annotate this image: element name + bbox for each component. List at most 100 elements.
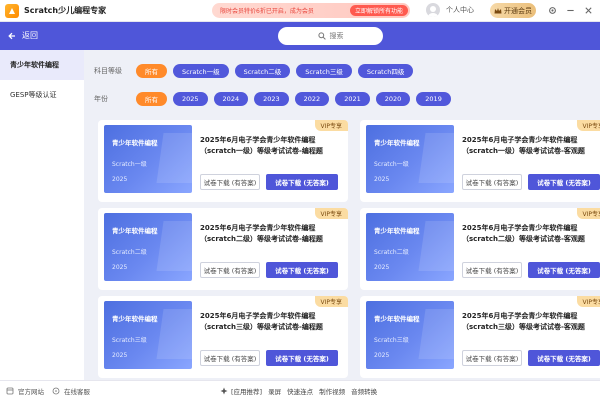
thumb-year: 2025 <box>374 176 390 183</box>
arrow-left-icon <box>8 32 15 39</box>
thumb-year: 2025 <box>374 352 390 359</box>
chat-icon <box>52 387 60 395</box>
year-chip-2022[interactable]: 2022 <box>294 92 330 106</box>
vip-badge: VIP专享 <box>314 120 348 131</box>
thumb-level: Scratch一级 <box>374 161 409 168</box>
subject-chip-all[interactable]: 所有 <box>136 64 167 78</box>
top-header: 返回 搜索 <box>0 22 600 50</box>
online-service-label: 在线客服 <box>64 388 90 396</box>
subject-chip-level4[interactable]: Scratch四级 <box>357 64 414 78</box>
exam-thumbnail: 青少年软件编程 Scratch二级 2025 <box>366 213 454 281</box>
exam-title[interactable]: 2025年6月电子学会青少年软件编程（scratch二级）等级考试试卷-客观题 <box>462 223 600 245</box>
app-logo-icon <box>5 3 19 18</box>
search-input[interactable]: 搜索 <box>278 27 383 45</box>
year-filter-label: 年份 <box>94 95 108 103</box>
crown-icon <box>494 7 502 13</box>
unlock-all-button[interactable]: 立即解锁所有功能 <box>349 5 408 16</box>
exam-card[interactable]: 青少年软件编程 Scratch二级 2025 VIP专享 2025年6月电子学会… <box>360 208 600 290</box>
search-icon <box>317 32 326 40</box>
exam-card[interactable]: 青少年软件编程 Scratch三级 2025 VIP专享 2025年6月电子学会… <box>360 296 600 378</box>
exam-thumbnail: 青少年软件编程 Scratch三级 2025 <box>366 301 454 369</box>
download-with-answer-button[interactable]: 试卷下载 (有答案) <box>462 262 522 278</box>
thumb-title: 青少年软件编程 <box>374 315 420 323</box>
make-video-link[interactable]: 制作视频 <box>319 386 345 396</box>
subject-chip-level2[interactable]: Scratch二级 <box>234 64 291 78</box>
thumb-title: 青少年软件编程 <box>112 139 158 147</box>
thumb-year: 2025 <box>374 264 390 271</box>
download-with-answer-button[interactable]: 试卷下载 (有答案) <box>200 174 260 190</box>
official-site-link[interactable]: 官方网站 <box>6 386 44 396</box>
official-site-label: 官方网站 <box>18 388 44 396</box>
screen-record-link[interactable]: 录屏 <box>268 386 281 396</box>
year-chip-2019[interactable]: 2019 <box>416 92 451 106</box>
download-without-answer-button[interactable]: 试卷下载 (无答案) <box>266 174 338 190</box>
promo-banner[interactable]: 限时会员特价6折已开启，成为会员 立即解锁所有功能 <box>212 3 410 18</box>
settings-icon[interactable] <box>546 4 558 16</box>
sidebar-item-youth-programming[interactable]: 青少年软件编程 <box>0 50 84 80</box>
thumb-year: 2025 <box>112 176 128 183</box>
thumb-level: Scratch一级 <box>112 161 147 168</box>
app-title: Scratch少儿编程专家 <box>24 6 107 15</box>
exam-card[interactable]: 青少年软件编程 Scratch三级 2025 VIP专享 2025年6月电子学会… <box>98 296 348 378</box>
exam-title[interactable]: 2025年6月电子学会青少年软件编程（scratch一级）等级考试试卷-客观题 <box>462 135 600 157</box>
vip-badge: VIP专享 <box>314 208 348 219</box>
download-with-answer-button[interactable]: 试卷下载 (有答案) <box>462 174 522 190</box>
thumb-year: 2025 <box>112 264 128 271</box>
year-chip-all[interactable]: 所有 <box>136 92 167 106</box>
download-with-answer-button[interactable]: 试卷下载 (有答案) <box>462 350 522 366</box>
exam-title[interactable]: 2025年6月电子学会青少年软件编程（scratch二级）等级考试试卷-编程题 <box>200 223 342 245</box>
apps-icon <box>220 387 228 395</box>
sidebar-item-gesp[interactable]: GESP等级认证 <box>0 80 84 110</box>
download-without-answer-button[interactable]: 试卷下载 (无答案) <box>528 350 600 366</box>
year-chip-2021[interactable]: 2021 <box>335 92 370 106</box>
open-vip-label: 开通会员 <box>504 6 532 15</box>
thumb-title: 青少年软件编程 <box>112 315 158 323</box>
online-service-link[interactable]: 在线客服 <box>52 386 90 396</box>
download-without-answer-button[interactable]: 试卷下载 (无答案) <box>266 262 338 278</box>
year-chip-2020[interactable]: 2020 <box>375 92 411 106</box>
sidebar-item-label: GESP等级认证 <box>10 91 57 99</box>
download-with-answer-button[interactable]: 试卷下载 (有答案) <box>200 262 260 278</box>
exam-card[interactable]: 青少年软件编程 Scratch一级 2025 VIP专享 2025年6月电子学会… <box>98 120 348 202</box>
open-vip-button[interactable]: 开通会员 <box>490 3 536 18</box>
download-without-answer-button[interactable]: 试卷下载 (无答案) <box>528 262 600 278</box>
subject-filter-label: 科目等级 <box>94 67 122 75</box>
audio-convert-link[interactable]: 音频转换 <box>351 386 377 396</box>
title-bar: Scratch少儿编程专家 限时会员特价6折已开启，成为会员 立即解锁所有功能 … <box>0 0 600 22</box>
vip-badge: VIP专享 <box>314 296 348 307</box>
close-icon[interactable] <box>582 4 594 16</box>
exam-title[interactable]: 2025年6月电子学会青少年软件编程（scratch三级）等级考试试卷-编程题 <box>200 311 342 333</box>
subject-chip-level3[interactable]: Scratch三级 <box>296 64 352 78</box>
exam-card[interactable]: 青少年软件编程 Scratch一级 2025 VIP专享 2025年6月电子学会… <box>360 120 600 202</box>
download-without-answer-button[interactable]: 试卷下载 (无答案) <box>528 174 600 190</box>
sidebar-item-label: 青少年软件编程 <box>10 61 59 69</box>
minimize-icon[interactable] <box>564 4 576 16</box>
auto-clicker-link[interactable]: 快速连点 <box>287 386 313 396</box>
exam-thumbnail: 青少年软件编程 Scratch三级 2025 <box>104 301 192 369</box>
subject-chip-level1[interactable]: Scratch一级 <box>173 64 229 78</box>
thumb-year: 2025 <box>112 352 128 359</box>
thumb-title: 青少年软件编程 <box>374 227 420 235</box>
footer-tools: [应用推荐] 录屏 快速连点 制作视频 音频转换 <box>220 386 383 396</box>
vip-badge: VIP专享 <box>576 296 600 307</box>
back-label: 返回 <box>22 31 38 40</box>
download-with-answer-button[interactable]: 试卷下载 (有答案) <box>200 350 260 366</box>
year-chip-2024[interactable]: 2024 <box>213 92 249 106</box>
main-content: 科目等级 所有 Scratch一级 Scratch二级 Scratch三级 Sc… <box>84 50 600 380</box>
exam-card[interactable]: 青少年软件编程 Scratch二级 2025 VIP专享 2025年6月电子学会… <box>98 208 348 290</box>
app-recommend-link[interactable]: [应用推荐] <box>231 386 262 396</box>
thumb-level: Scratch三级 <box>374 337 409 344</box>
user-center[interactable]: 个人中心 <box>426 3 474 17</box>
year-chip-2025[interactable]: 2025 <box>173 92 208 106</box>
user-center-label: 个人中心 <box>446 6 474 14</box>
download-without-answer-button[interactable]: 试卷下载 (无答案) <box>266 350 338 366</box>
exam-thumbnail: 青少年软件编程 Scratch一级 2025 <box>366 125 454 193</box>
exam-title[interactable]: 2025年6月电子学会青少年软件编程（scratch一级）等级考试试卷-编程题 <box>200 135 342 157</box>
exam-title[interactable]: 2025年6月电子学会青少年软件编程（scratch三级）等级考试试卷-客观题 <box>462 311 600 333</box>
thumb-level: Scratch二级 <box>112 249 147 256</box>
subject-filter: 科目等级 所有 Scratch一级 Scratch二级 Scratch三级 Sc… <box>94 64 419 78</box>
back-button[interactable]: 返回 <box>8 30 38 41</box>
year-chip-2023[interactable]: 2023 <box>254 92 289 106</box>
avatar-icon <box>426 3 440 17</box>
sidebar: 青少年软件编程 GESP等级认证 <box>0 50 84 380</box>
